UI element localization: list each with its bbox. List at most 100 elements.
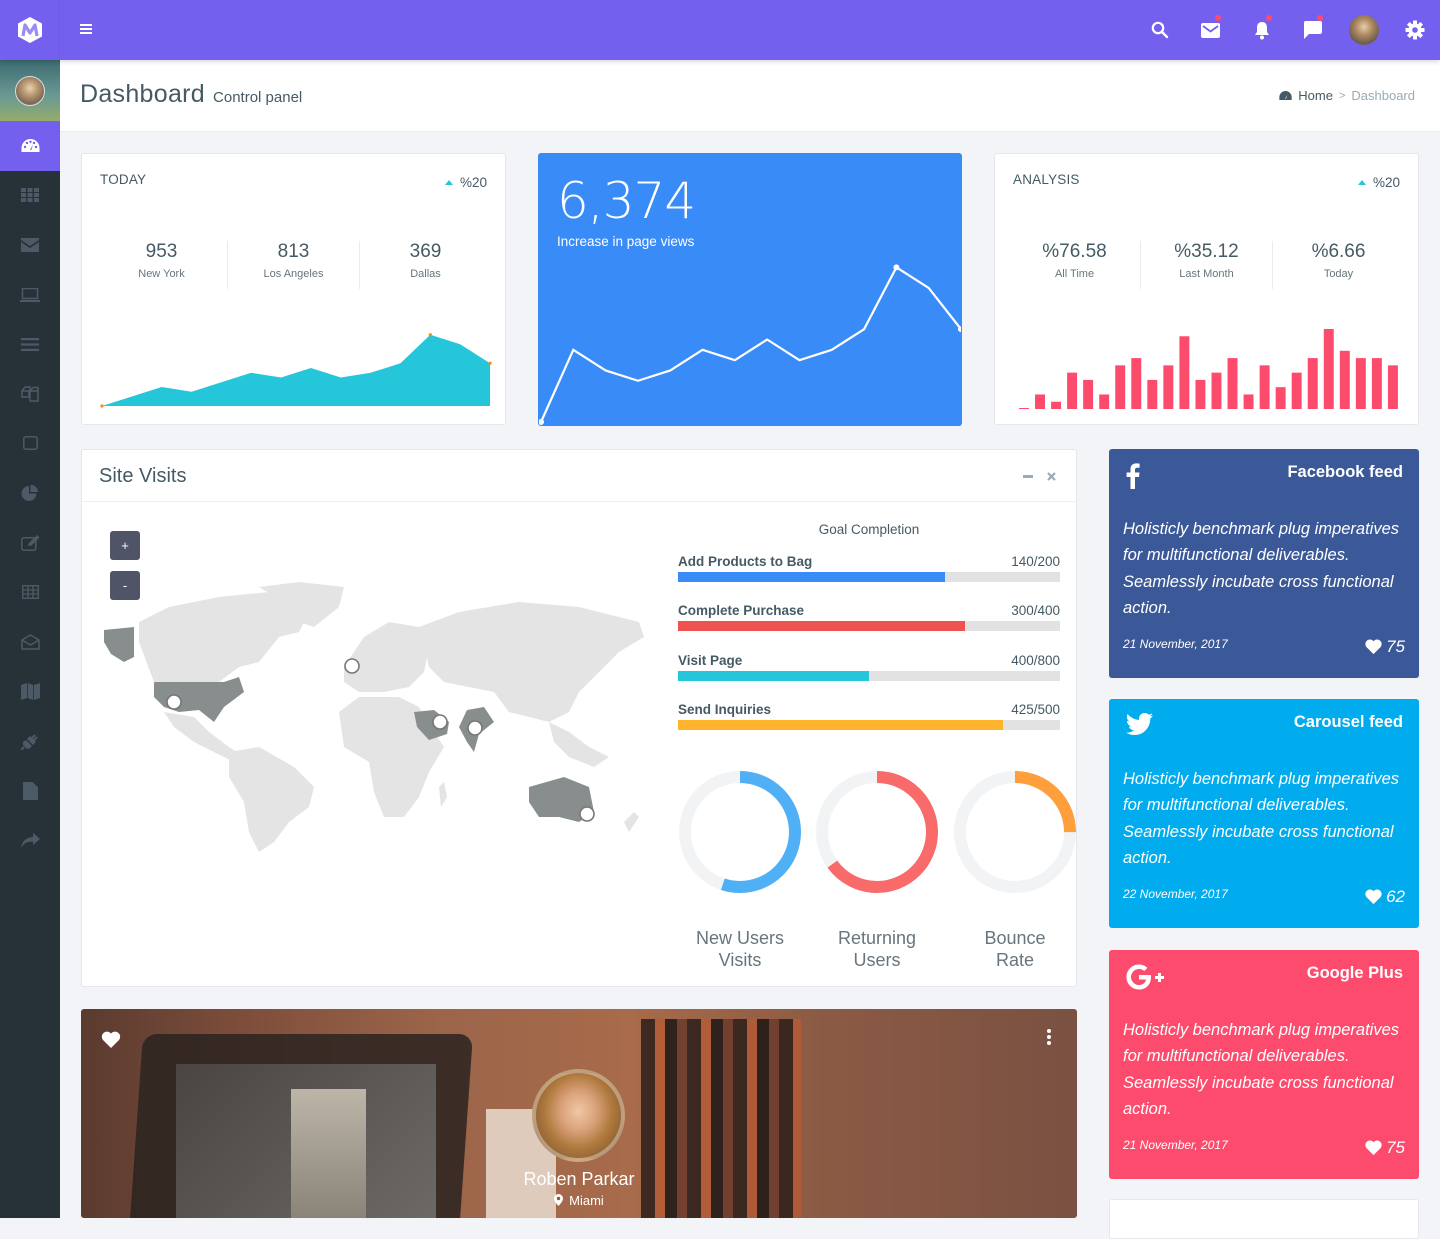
- goal-item: Send Inquiries 425/500: [678, 702, 1060, 732]
- bar: [1307, 358, 1318, 409]
- mail-icon[interactable]: [1185, 0, 1236, 60]
- avatar[interactable]: [15, 75, 45, 106]
- list-icon: [21, 337, 39, 351]
- donut-label: New Users Visits: [678, 927, 802, 971]
- notification-badge: [1266, 15, 1272, 21]
- like-count: 75: [1386, 637, 1405, 656]
- map-region-alaska: [104, 627, 134, 662]
- donut-label: Bounce Rate: [953, 927, 1077, 971]
- trend-up-icon: [444, 180, 453, 185]
- trend-indicator: %20: [444, 175, 487, 190]
- sidebar-item-forms[interactable]: [0, 518, 60, 568]
- apps-grid-icon: [21, 188, 39, 203]
- sidebar-item-charts[interactable]: [0, 468, 60, 518]
- sidebar-item-apps[interactable]: [0, 171, 60, 221]
- sidebar-item-copy[interactable]: [0, 369, 60, 419]
- bar: [1163, 365, 1174, 409]
- progress-fill: [678, 671, 869, 681]
- bar: [1371, 358, 1382, 409]
- sidebar-item-plugins[interactable]: [0, 716, 60, 766]
- menu-toggle-icon[interactable]: [80, 24, 92, 35]
- laptop-icon: [20, 287, 40, 302]
- like-button[interactable]: 62: [1364, 887, 1405, 907]
- bar: [1259, 365, 1270, 409]
- sidebar-item-pages[interactable]: [0, 766, 60, 816]
- user-avatar[interactable]: [1338, 0, 1389, 60]
- breadcrumb-home-link[interactable]: Home: [1298, 88, 1333, 103]
- sidebar: [0, 60, 60, 1218]
- bar: [1227, 358, 1238, 409]
- stat-los-angeles: 813 Los Angeles: [228, 241, 360, 289]
- square-icon: [22, 436, 38, 451]
- sidebar-item-mail[interactable]: [0, 220, 60, 270]
- sidebar-item-share[interactable]: [0, 815, 60, 865]
- analysis-bar-chart: [1019, 329, 1398, 409]
- bar: [1083, 379, 1094, 409]
- chat-icon[interactable]: [1287, 0, 1338, 60]
- map-marker: [579, 806, 595, 822]
- bell-icon[interactable]: [1236, 0, 1287, 60]
- donut-label: Returning Users: [815, 927, 939, 971]
- search-icon[interactable]: [1134, 0, 1185, 60]
- donut-ring: [954, 771, 1076, 893]
- facebook-icon[interactable]: [1126, 463, 1140, 494]
- stat-value: %6.66: [1311, 241, 1366, 262]
- social-feed-card: Google Plus Holisticly benchmark plug im…: [1109, 950, 1419, 1179]
- logo-icon[interactable]: [0, 0, 60, 60]
- bar: [1115, 365, 1126, 409]
- bar: [1243, 394, 1254, 409]
- series-line: [539, 265, 961, 423]
- twitter-icon[interactable]: [1126, 713, 1153, 740]
- stat-label: Last Month: [1179, 268, 1234, 280]
- goal-value: 400/800: [1011, 653, 1060, 668]
- sidebar-item-tables[interactable]: [0, 567, 60, 617]
- like-button[interactable]: 75: [1364, 637, 1405, 657]
- feed-date: 21 November, 2017: [1123, 1138, 1228, 1152]
- sidebar-item-maps[interactable]: [0, 667, 60, 717]
- breadcrumb-separator: >: [1338, 89, 1346, 102]
- pageviews-line-chart: [539, 264, 961, 425]
- data-point: [893, 264, 900, 271]
- donut-chart: Returning Users: [815, 770, 939, 971]
- map-zoom-in-button[interactable]: +: [110, 531, 140, 560]
- stat-label: Dallas: [410, 268, 441, 280]
- profile-avatar[interactable]: [532, 1069, 625, 1162]
- close-icon[interactable]: [1047, 472, 1056, 481]
- next-card: [1109, 1199, 1419, 1239]
- feed-title: Carousel feed: [1293, 713, 1403, 731]
- bar: [1179, 336, 1190, 409]
- world-map[interactable]: [99, 582, 647, 862]
- minimize-icon[interactable]: [1023, 475, 1033, 478]
- goal-value: 140/200: [1011, 554, 1060, 569]
- share-icon: [20, 832, 40, 848]
- bar: [1195, 379, 1206, 409]
- sidebar-item-layout[interactable]: [0, 270, 60, 320]
- data-point: [100, 404, 104, 408]
- like-button[interactable]: 75: [1364, 1138, 1405, 1158]
- donut-ring: [679, 771, 801, 893]
- donut-label-line: New Users: [695, 928, 784, 948]
- gear-icon[interactable]: [1389, 0, 1440, 60]
- goal-label: Visit Page: [678, 653, 743, 668]
- more-options-icon[interactable]: [1046, 1029, 1052, 1045]
- heart-icon[interactable]: [101, 1031, 121, 1049]
- sidebar-item-widgets[interactable]: [0, 419, 60, 469]
- feed-date: 21 November, 2017: [1123, 637, 1228, 651]
- table-icon: [21, 585, 39, 600]
- today-area-chart: [100, 333, 492, 408]
- pageviews-label: Increase in page views: [557, 234, 695, 249]
- sidebar-item-inbox[interactable]: [0, 617, 60, 667]
- feed-title: Google Plus: [1306, 964, 1403, 982]
- data-point: [428, 333, 432, 337]
- sidebar-item-dashboard[interactable]: [0, 121, 60, 171]
- map-region-madagascar: [439, 782, 447, 807]
- donut-chart: New Users Visits: [678, 770, 802, 971]
- map-marker: [166, 694, 182, 710]
- bar: [1131, 358, 1142, 409]
- trend-indicator: %20: [1357, 175, 1400, 190]
- donut-label-line: Users: [853, 950, 901, 970]
- google-plus-icon[interactable]: [1126, 964, 1166, 995]
- sidebar-user-profile[interactable]: [0, 60, 60, 121]
- sidebar-item-list[interactable]: [0, 319, 60, 369]
- page-title: Dashboard Control panel: [80, 80, 302, 109]
